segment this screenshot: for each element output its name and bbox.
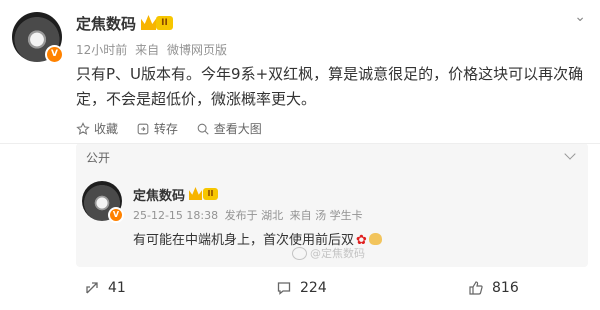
verified-badge-icon: V xyxy=(45,45,64,64)
watermark: @定焦数码 xyxy=(292,245,365,261)
post-avatar[interactable]: V xyxy=(12,12,64,64)
quoted-meta: 25-12-15 18:38 发布于 湖北 来自 汤 学生卡 xyxy=(133,207,366,223)
chevron-down-icon[interactable]: ⌄ xyxy=(574,9,586,25)
crown-icon xyxy=(141,15,156,30)
share-icon xyxy=(86,282,98,294)
post-text: 只有P、U版本有。今年9系+双红枫，算是诚意很足的，价格这块可以再次确定，不会是… xyxy=(76,65,584,108)
level-badge: II xyxy=(203,188,218,200)
rotate-label: 转存 xyxy=(153,122,178,136)
watermark-text: @定焦数码 xyxy=(310,247,365,260)
post-meta: 12小时前 来自 微博网页版 xyxy=(76,41,231,58)
forward-button[interactable]: 41 xyxy=(84,280,126,296)
comment-icon xyxy=(277,282,291,295)
zoom-icon xyxy=(197,123,209,135)
post-source[interactable]: 微博网页版 xyxy=(167,43,227,57)
rotate-icon xyxy=(137,123,149,134)
source-prefix: 来自 xyxy=(135,43,160,57)
crown-icon xyxy=(189,187,202,200)
weibo-logo-icon xyxy=(292,246,307,260)
post-author-name[interactable]: 定焦数码 xyxy=(76,13,136,34)
like-count: 816 xyxy=(492,280,519,296)
like-button[interactable]: 816 xyxy=(468,280,519,296)
rotate-button[interactable]: 转存 xyxy=(136,120,178,137)
quoted-avatar[interactable]: V xyxy=(82,181,124,223)
divider xyxy=(0,143,600,144)
post-time[interactable]: 12小时前 xyxy=(76,43,127,57)
view-large-image-button[interactable]: 查看大图 xyxy=(196,120,262,137)
level-badge: II xyxy=(156,16,173,30)
quoted-author-name[interactable]: 定焦数码 xyxy=(133,185,185,204)
bottom-action-bar: 41 224 816 xyxy=(0,270,600,310)
favorite-button[interactable]: 收藏 xyxy=(76,120,118,137)
thumbs-up-icon xyxy=(469,281,483,295)
quoted-source: 来自 汤 学生卡 xyxy=(289,209,363,222)
post-toolbar: 收藏 转存 查看大图 xyxy=(76,120,276,139)
favorite-label: 收藏 xyxy=(94,122,119,136)
view-large-image-label: 查看大图 xyxy=(213,122,262,136)
visibility-label: 公开 xyxy=(86,151,111,165)
verified-badge-icon: V xyxy=(108,207,124,223)
chevron-down-icon[interactable] xyxy=(564,148,576,160)
cat-emoji-icon xyxy=(368,233,382,245)
quoted-location: 发布于 湖北 xyxy=(224,209,284,222)
comment-count: 224 xyxy=(300,280,327,296)
forward-count: 41 xyxy=(108,280,126,296)
comment-button[interactable]: 224 xyxy=(276,280,327,296)
quoted-datetime[interactable]: 25-12-15 18:38 xyxy=(133,209,218,222)
star-icon xyxy=(76,121,90,135)
